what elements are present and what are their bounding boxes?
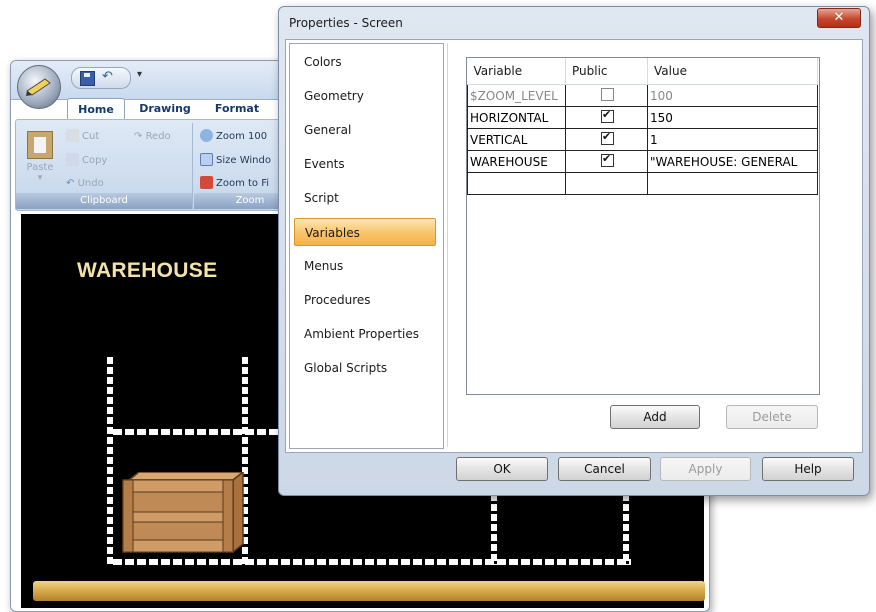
value-cell[interactable]: 150 <box>647 106 818 129</box>
redo-button[interactable]: ↷ Redo <box>134 129 171 145</box>
variable-name-cell[interactable]: VERTICAL <box>467 128 566 151</box>
paste-label: Paste <box>26 162 54 173</box>
redo-label: Redo <box>145 131 171 142</box>
tab-drawing[interactable]: Drawing <box>135 98 195 119</box>
zoom-100-button[interactable]: Zoom 100 <box>200 129 267 145</box>
customize-toolbar-icon[interactable]: ▾ <box>137 69 142 80</box>
undo-button[interactable]: ↶ Undo <box>66 176 104 192</box>
dialog-body: Colors Geometry General Events Script Va… <box>285 39 863 453</box>
variables-grid: Variable Public Value $ZOOM_LEVEL 100 HO… <box>466 57 820 395</box>
clipboard-group-label: Clipboard <box>16 193 192 209</box>
value-cell[interactable]: 100 <box>647 84 818 107</box>
application-menu-button[interactable] <box>17 65 61 109</box>
undo-icon[interactable]: ↶ <box>102 69 113 84</box>
rack-beam <box>113 559 631 565</box>
dialog-title: Properties - Screen <box>289 16 403 30</box>
column-header-variable[interactable]: Variable <box>467 58 566 85</box>
close-button[interactable]: ✕ <box>817 8 861 28</box>
undo-label: Undo <box>77 178 104 189</box>
category-list: Colors Geometry General Events Script Va… <box>289 43 444 449</box>
column-header-value[interactable]: Value <box>647 58 818 85</box>
nav-item-script[interactable]: Script <box>294 184 436 212</box>
size-window-icon <box>200 153 213 166</box>
public-checkbox[interactable] <box>601 152 614 167</box>
table-row[interactable]: $ZOOM_LEVEL 100 <box>467 84 818 107</box>
delete-button[interactable]: Delete <box>726 405 818 429</box>
public-cell[interactable] <box>565 172 648 195</box>
redo-icon: ↷ <box>134 131 146 142</box>
public-cell[interactable] <box>565 84 648 107</box>
nav-item-ambient-properties[interactable]: Ambient Properties <box>294 320 436 348</box>
copy-icon <box>66 153 79 166</box>
add-button[interactable]: Add <box>610 405 700 429</box>
nav-item-procedures[interactable]: Procedures <box>294 286 436 314</box>
close-icon: ✕ <box>833 10 845 25</box>
rack-beam <box>113 429 293 435</box>
rack-post <box>623 484 629 565</box>
public-cell[interactable] <box>565 128 648 151</box>
save-icon[interactable] <box>80 71 95 86</box>
zoom-to-fit-label: Zoom to Fi <box>216 178 270 189</box>
variable-name-cell[interactable] <box>467 172 566 195</box>
scissors-icon <box>66 129 79 142</box>
variable-name-cell[interactable]: WAREHOUSE <box>467 150 566 173</box>
nav-item-events[interactable]: Events <box>294 150 436 178</box>
table-row[interactable]: VERTICAL 1 <box>467 128 818 151</box>
public-cell[interactable] <box>565 106 648 129</box>
clipboard-group: Paste ▾ Cut ↷ Redo Copy ↶ Undo Clipboard <box>16 123 193 209</box>
table-header-row: Variable Public Value <box>467 58 818 85</box>
tab-format[interactable]: Format <box>209 98 265 119</box>
apply-button[interactable]: Apply <box>660 457 751 481</box>
value-cell[interactable]: "WAREHOUSE: GENERAL <box>647 150 818 173</box>
nav-item-variables[interactable]: Variables <box>294 218 436 246</box>
cancel-button[interactable]: Cancel <box>558 457 651 481</box>
value-cell[interactable]: 1 <box>647 128 818 151</box>
undo-arrow-icon: ↶ <box>66 178 78 189</box>
copy-label: Copy <box>82 155 108 166</box>
column-header-public[interactable]: Public <box>565 58 648 85</box>
zoom-to-fit-button[interactable]: Zoom to Fi <box>200 176 269 192</box>
variables-table: Variable Public Value $ZOOM_LEVEL 100 HO… <box>467 58 818 195</box>
public-checkbox[interactable] <box>601 88 614 101</box>
value-cell[interactable] <box>647 172 818 195</box>
cut-label: Cut <box>82 131 100 142</box>
table-row[interactable]: WAREHOUSE "WAREHOUSE: GENERAL <box>467 150 818 173</box>
floor-bar <box>33 581 705 601</box>
copy-button[interactable]: Copy <box>66 153 107 169</box>
nav-item-global-scripts[interactable]: Global Scripts <box>294 354 436 382</box>
public-checkbox[interactable] <box>601 108 614 123</box>
help-button[interactable]: Help <box>762 457 854 481</box>
ok-button[interactable]: OK <box>456 457 548 481</box>
public-cell[interactable] <box>565 150 648 173</box>
warehouse-title: WAREHOUSE <box>77 259 218 282</box>
nav-item-geometry[interactable]: Geometry <box>294 82 436 110</box>
nav-item-general[interactable]: General <box>294 116 436 144</box>
size-window-label: Size Windo <box>216 155 271 166</box>
table-row[interactable]: HORIZONTAL 150 <box>467 106 818 129</box>
paste-icon <box>27 131 53 159</box>
size-window-button[interactable]: Size Windo <box>200 153 271 169</box>
cut-button[interactable]: Cut <box>66 129 99 145</box>
rack-post <box>491 484 497 565</box>
pen-icon <box>26 78 51 96</box>
zoom-100-label: Zoom 100 <box>216 131 268 142</box>
zoom-fit-icon <box>200 176 213 189</box>
tab-home[interactable]: Home <box>67 98 125 120</box>
rack-post <box>107 357 113 565</box>
table-row-empty[interactable] <box>467 172 818 195</box>
magnifier-icon <box>200 129 213 142</box>
paste-button[interactable]: Paste ▾ <box>22 131 58 183</box>
nav-item-menus[interactable]: Menus <box>294 252 436 280</box>
nav-item-colors[interactable]: Colors <box>294 48 436 76</box>
variable-name-cell[interactable]: HORIZONTAL <box>467 106 566 129</box>
quick-access-toolbar: ↶ <box>71 67 131 89</box>
variable-name-cell[interactable]: $ZOOM_LEVEL <box>467 84 566 107</box>
variables-panel: Variable Public Value $ZOOM_LEVEL 100 HO… <box>447 43 859 447</box>
crate-image <box>122 472 245 554</box>
properties-dialog: Properties - Screen ✕ Colors Geometry Ge… <box>278 6 870 496</box>
public-checkbox[interactable] <box>601 130 614 145</box>
